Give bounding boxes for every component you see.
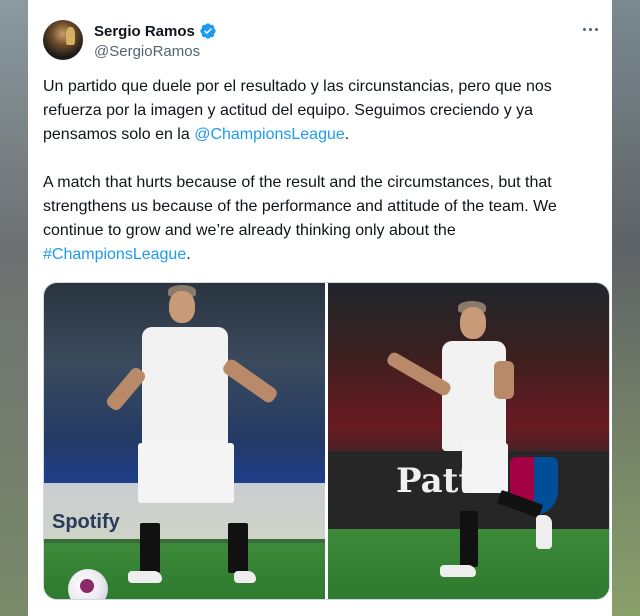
player-figure <box>328 283 609 599</box>
verified-badge-icon <box>200 23 216 39</box>
tweet-text: Un partido que duele por el resultado y … <box>43 75 603 267</box>
background-right <box>612 0 640 616</box>
user-handle[interactable]: @SergioRamos <box>94 43 200 60</box>
display-name[interactable]: Sergio Ramos <box>94 23 195 40</box>
mention-link[interactable]: @ChampionsLeague <box>194 126 345 143</box>
background-left <box>0 0 28 616</box>
text-segment: . <box>344 126 350 143</box>
media-grid: Spotify Patt <box>43 282 610 600</box>
more-options-icon[interactable] <box>583 28 598 31</box>
hashtag-link[interactable]: #ChampionsLeague <box>43 246 186 263</box>
trophy-icon <box>66 27 75 45</box>
photo-left[interactable]: Spotify <box>44 283 325 599</box>
player-figure <box>44 283 325 599</box>
photo-right[interactable]: Patt <box>328 283 609 599</box>
tweet-card: Sergio Ramos @SergioRamos Un partido que… <box>28 0 612 616</box>
author-row: Sergio Ramos <box>94 22 217 40</box>
avatar[interactable] <box>43 20 83 60</box>
tweet-text-english: A match that hurts because of the result… <box>43 171 603 267</box>
text-segment: . <box>186 246 191 263</box>
text-segment: A match that hurts because of the result… <box>43 174 557 239</box>
tweet-text-spanish: Un partido que duele por el resultado y … <box>43 75 603 147</box>
